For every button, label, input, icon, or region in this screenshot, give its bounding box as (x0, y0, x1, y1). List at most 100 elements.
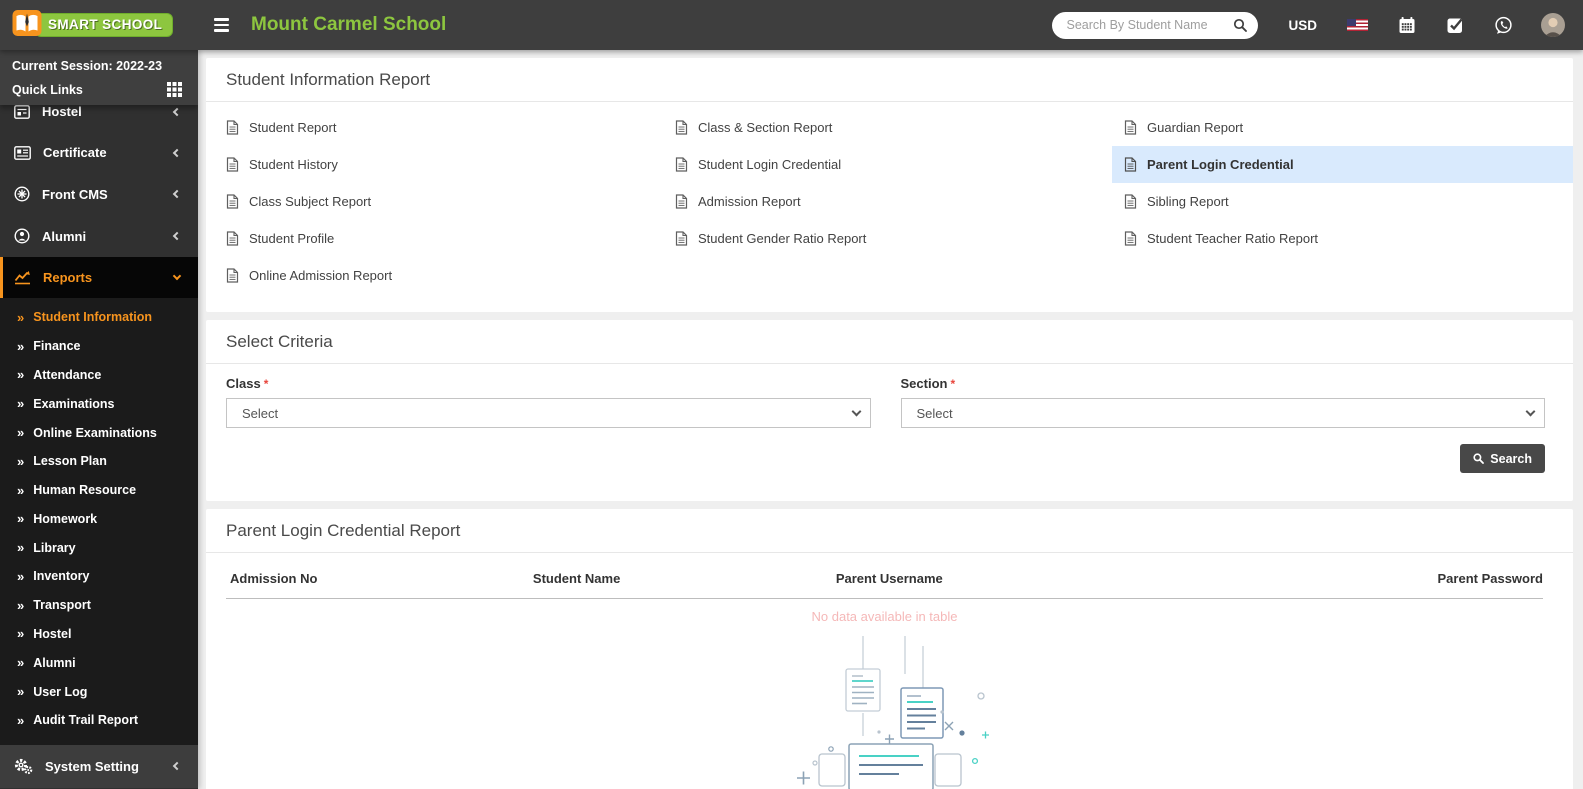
sidebar-item-student-information[interactable]: » Student Information (0, 303, 198, 332)
quick-links[interactable]: Quick Links (12, 82, 186, 97)
sidebar-item-user-log[interactable]: » User Log (0, 677, 198, 706)
link-student-gender-ratio-report[interactable]: Student Gender Ratio Report (675, 220, 1124, 257)
sidebar-item-hostel[interactable]: » Hostel (0, 620, 198, 649)
section-select[interactable]: Select (901, 398, 1546, 428)
column-header-student-name[interactable]: Student Name (529, 557, 832, 599)
submenu-label: Homework (33, 512, 97, 526)
main-content: Student Information Report Student Repor… (198, 50, 1583, 789)
link-label: Guardian Report (1147, 120, 1243, 135)
required-marker: * (264, 377, 269, 391)
chevron-left-icon (173, 232, 181, 240)
sidebar-item-alumni[interactable]: » Alumni (0, 648, 198, 677)
section-label: Section (901, 376, 948, 391)
document-icon (675, 120, 688, 135)
document-icon (1124, 194, 1137, 209)
sidebar-item-examinations[interactable]: » Examinations (0, 389, 198, 418)
link-student-history[interactable]: Student History (226, 146, 675, 183)
top-bar: SMART SCHOOL Mount Carmel School USD (0, 0, 1583, 50)
double-chevron-icon: » (17, 570, 24, 583)
sidebar-item-reports[interactable]: Reports (0, 257, 198, 298)
hamburger-menu-icon[interactable] (214, 18, 229, 32)
sidebar-item-human-resource[interactable]: » Human Resource (0, 476, 198, 505)
sidebar-item-front-cms[interactable]: Front CMS (0, 173, 198, 215)
link-student-login-credential[interactable]: Student Login Credential (675, 146, 1124, 183)
link-label: Admission Report (698, 194, 801, 209)
document-icon (226, 194, 239, 209)
submenu-label: Library (33, 541, 75, 555)
sidebar-item-certificate[interactable]: Certificate (0, 132, 198, 173)
double-chevron-icon: » (17, 656, 24, 669)
document-icon (1124, 231, 1137, 246)
submenu-label: Finance (33, 339, 80, 353)
report-links-column-2: Class & Section Report Student Login Cre… (675, 109, 1124, 294)
document-icon (1124, 157, 1137, 172)
link-sibling-report[interactable]: Sibling Report (1124, 183, 1573, 220)
student-information-report-panel: Student Information Report Student Repor… (206, 58, 1573, 312)
column-header-admission-no[interactable]: Admission No (226, 557, 529, 599)
link-student-report[interactable]: Student Report (226, 109, 675, 146)
sidebar-item-audit-trail-report[interactable]: » Audit Trail Report (0, 706, 198, 735)
student-search-input[interactable] (1052, 12, 1258, 39)
document-icon (226, 157, 239, 172)
double-chevron-icon: » (17, 340, 24, 353)
chevron-left-icon (173, 107, 181, 115)
submenu-label: Inventory (33, 569, 89, 583)
section-field: Section* Select (901, 376, 1546, 428)
link-label: Student Login Credential (698, 157, 841, 172)
sidebar-item-library[interactable]: » Library (0, 533, 198, 562)
menu-label: System Setting (45, 759, 162, 774)
link-student-profile[interactable]: Student Profile (226, 220, 675, 257)
column-header-parent-username[interactable]: Parent Username (832, 557, 1188, 599)
double-chevron-icon: » (17, 512, 24, 525)
hostel-icon (14, 105, 30, 119)
link-label: Sibling Report (1147, 194, 1229, 209)
student-search (1052, 12, 1258, 39)
table-title: Parent Login Credential Report (206, 509, 1573, 553)
report-links-grid: Student Report Student History Class Sub… (206, 102, 1573, 312)
task-check-icon[interactable] (1446, 16, 1464, 34)
criteria-title: Select Criteria (206, 320, 1573, 364)
currency-label[interactable]: USD (1288, 18, 1317, 33)
link-class-subject-report[interactable]: Class Subject Report (226, 183, 675, 220)
double-chevron-icon: » (17, 714, 24, 727)
sidebar-item-lesson-plan[interactable]: » Lesson Plan (0, 447, 198, 476)
app-logo[interactable]: SMART SCHOOL (0, 0, 198, 50)
search-button[interactable]: Search (1460, 444, 1545, 473)
link-class-section-report[interactable]: Class & Section Report (675, 109, 1124, 146)
logo-text: SMART SCHOOL (35, 13, 173, 37)
grid-icon[interactable] (167, 82, 182, 97)
language-flag-icon[interactable] (1347, 19, 1368, 31)
sidebar-item-homework[interactable]: » Homework (0, 504, 198, 533)
search-icon[interactable] (1233, 18, 1248, 38)
document-icon (675, 231, 688, 246)
document-icon (675, 194, 688, 209)
double-chevron-icon: » (17, 685, 24, 698)
column-header-parent-password[interactable]: Parent Password (1187, 557, 1543, 599)
document-icon (1124, 120, 1137, 135)
class-select[interactable]: Select (226, 398, 871, 428)
whatsapp-icon[interactable] (1494, 16, 1513, 35)
sidebar-item-attendance[interactable]: » Attendance (0, 361, 198, 390)
double-chevron-icon: » (17, 426, 24, 439)
sidebar-item-transport[interactable]: » Transport (0, 591, 198, 620)
link-student-teacher-ratio-report[interactable]: Student Teacher Ratio Report (1124, 220, 1573, 257)
double-chevron-icon: » (17, 397, 24, 410)
chevron-left-icon (173, 190, 181, 198)
gear-icon (14, 758, 33, 775)
user-avatar[interactable] (1541, 13, 1565, 37)
link-parent-login-credential[interactable]: Parent Login Credential (1112, 146, 1573, 183)
calendar-icon[interactable] (1398, 16, 1416, 34)
sidebar-item-finance[interactable]: » Finance (0, 332, 198, 361)
select-criteria-panel: Select Criteria Class* Select (206, 320, 1573, 501)
submenu-label: Attendance (33, 368, 101, 382)
sidebar-item-system-setting[interactable]: System Setting (0, 745, 198, 788)
menu-label: Reports (43, 270, 162, 285)
link-admission-report[interactable]: Admission Report (675, 183, 1124, 220)
sidebar-item-alumni-module[interactable]: Alumni (0, 215, 198, 257)
sidebar-item-online-examinations[interactable]: » Online Examinations (0, 418, 198, 447)
link-guardian-report[interactable]: Guardian Report (1124, 109, 1573, 146)
link-online-admission-report[interactable]: Online Admission Report (226, 257, 675, 294)
sidebar-item-inventory[interactable]: » Inventory (0, 562, 198, 591)
double-chevron-icon: » (17, 484, 24, 497)
menu-label: Alumni (42, 229, 162, 244)
